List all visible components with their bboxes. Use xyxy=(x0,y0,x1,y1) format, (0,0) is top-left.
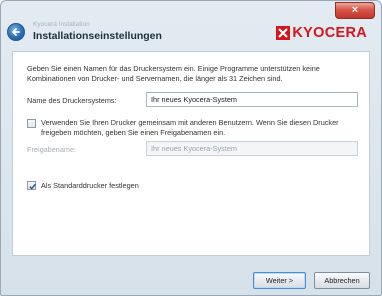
printer-name-input[interactable]: Ihr neues Kyocera-System xyxy=(146,92,358,107)
default-printer-checkbox[interactable] xyxy=(27,181,36,190)
printer-name-label: Name des Druckersystems: xyxy=(27,96,117,105)
logo-text: KYOCERA xyxy=(292,25,367,41)
printer-name-row: Name des Druckersystems: Ihr neues Kyoce… xyxy=(27,92,358,108)
kyocera-logo: KYOCERA xyxy=(276,25,367,41)
title-bar: × Kyocera Installation Installationseins… xyxy=(1,1,381,43)
cancel-button[interactable]: Abbrechen xyxy=(314,272,370,289)
share-name-row: Freigabename: Ihr neues Kyocera-System xyxy=(27,141,358,157)
installer-window: × Kyocera Installation Installationseins… xyxy=(0,0,382,296)
intro-text: Geben Sie einen Namen für das Druckersys… xyxy=(27,64,320,83)
share-name-input: Ihr neues Kyocera-System xyxy=(146,141,358,156)
page-title: Installationseinstellungen xyxy=(33,30,162,42)
share-checkbox[interactable] xyxy=(27,119,36,128)
close-button[interactable]: × xyxy=(335,2,375,19)
app-name: Kyocera Installation xyxy=(33,21,90,28)
next-button[interactable]: Weiter > xyxy=(253,272,306,289)
share-name-label: Freigabename: xyxy=(27,145,77,154)
back-button[interactable] xyxy=(7,23,25,41)
checkmark-icon xyxy=(29,183,36,190)
kyocera-logo-icon xyxy=(276,26,291,40)
settings-panel: Geben Sie einen Namen für das Druckersys… xyxy=(12,51,370,256)
default-printer-label: Als Standarddrucker festlegen xyxy=(41,181,139,190)
default-printer-option[interactable]: Als Standarddrucker festlegen xyxy=(27,180,327,192)
back-arrow-icon xyxy=(12,28,20,36)
share-checkbox-label: Verwenden Sie Ihren Drucker gemeinsam mi… xyxy=(41,118,339,137)
